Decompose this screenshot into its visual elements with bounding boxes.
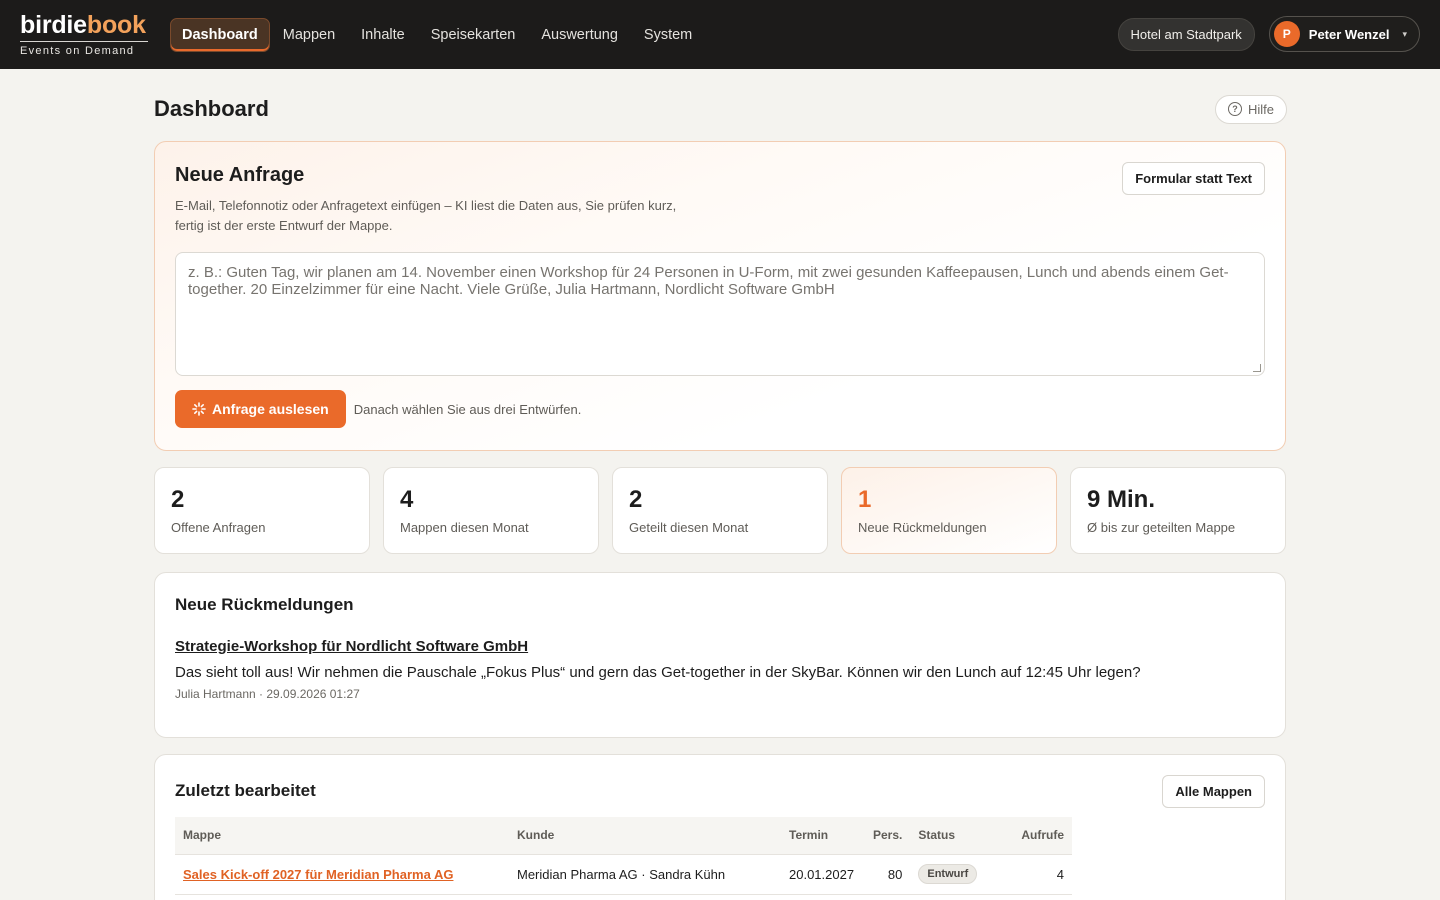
new-inquiry-card: Neue Anfrage E-Mail, Telefonnotiz oder A… (154, 141, 1286, 451)
stat-card-folders-month[interactable]: 4 Mappen diesen Monat (383, 467, 599, 554)
nav-item-mappen[interactable]: Mappen (270, 19, 348, 51)
recent-card: Zuletzt bearbeitet Alle Mappen Mappe Kun… (154, 754, 1286, 900)
inquiry-hint: Danach wählen Sie aus drei Entwürfen. (353, 401, 582, 417)
stat-value: 9 Min. (1087, 486, 1156, 513)
nav-item-dashboard[interactable]: Dashboard (170, 17, 270, 52)
stat-value: 4 (400, 486, 414, 513)
brand-name-part-2: book (86, 11, 146, 39)
help-label: Hilfe (1247, 101, 1274, 117)
stat-card-open-inquiries[interactable]: 2 Offene Anfragen (154, 467, 370, 554)
inquiry-text-input[interactable]: z. B.: Guten Tag, wir planen am 14. Nove… (175, 252, 1265, 376)
resize-handle-icon[interactable] (1253, 364, 1261, 372)
inquiry-text-placeholder: z. B.: Guten Tag, wir planen am 14. Nove… (188, 264, 1229, 298)
feedback-card: Neue Rückmeldungen Strategie-Workshop fü… (154, 572, 1286, 738)
help-icon: ? (1227, 102, 1242, 116)
recent-title: Zuletzt bearbeitet (175, 781, 316, 800)
new-inquiry-title: Neue Anfrage (175, 164, 305, 186)
stat-label: Offene Anfragen (171, 520, 266, 535)
help-button[interactable]: ? Hilfe (1214, 94, 1287, 124)
sparkle-icon (192, 402, 206, 416)
feedback-subject-link[interactable]: Strategie-Workshop für Nordlicht Softwar… (175, 638, 528, 655)
topbar-right: Hotel am Stadtpark P Peter Wenzel ▾ (1117, 16, 1420, 52)
cell-pers: 80 (865, 853, 911, 895)
feedback-item: Strategie-Workshop für Nordlicht Softwar… (175, 615, 1265, 701)
col-status[interactable]: Status (910, 817, 1006, 854)
stat-card-new-feedback[interactable]: 1 Neue Rückmeldungen (841, 467, 1057, 554)
table-row[interactable]: Sales Kick-off 2027 für Meridian Pharma … (175, 853, 1072, 895)
read-inquiry-button[interactable]: Anfrage auslesen (175, 390, 346, 428)
main-nav: Dashboard Mappen Inhalte Speisekarten Au… (170, 17, 705, 52)
recent-table: Mappe Kunde Termin Pers. Status Aufrufe … (175, 817, 1072, 895)
stat-value: 1 (858, 486, 872, 513)
new-inquiry-description-line-1: E-Mail, Telefonnotiz oder Anfragetext ei… (175, 198, 677, 213)
brand-logo[interactable]: birdiebook Events on Demand (20, 12, 148, 57)
stat-card-shared-month[interactable]: 2 Geteilt diesen Monat (612, 467, 828, 554)
stat-value: 2 (629, 486, 643, 513)
col-pers[interactable]: Pers. (865, 817, 911, 854)
feedback-message: Das sieht toll aus! Wir nehmen die Pausc… (175, 664, 1141, 681)
cell-mappe: Sales Kick-off 2027 für Meridian Pharma … (175, 853, 509, 895)
inquiry-action-row: Anfrage auslesen Danach wählen Sie aus d… (175, 390, 1265, 428)
feedback-title: Neue Rückmeldungen (175, 595, 354, 614)
brand-wordmark: birdiebook (20, 12, 148, 42)
stat-card-avg-time[interactable]: 9 Min. Ø bis zur geteilten Mappe (1070, 467, 1286, 554)
nav-item-system[interactable]: System (631, 19, 705, 51)
chevron-down-icon: ▾ (1402, 28, 1407, 39)
nav-item-auswertung[interactable]: Auswertung (528, 19, 631, 51)
cell-status: Entwurf (910, 853, 1006, 895)
hotel-switcher[interactable]: Hotel am Stadtpark (1117, 17, 1255, 51)
new-inquiry-description: E-Mail, Telefonnotiz oder Anfragetext ei… (175, 196, 695, 236)
cell-aufrufe: 4 (1005, 853, 1072, 895)
read-inquiry-label: Anfrage auslesen (212, 401, 329, 417)
cell-kunde: Meridian Pharma AG · Sandra Kühn (509, 853, 781, 895)
cell-termin: 20.01.2027 (781, 853, 865, 895)
form-instead-of-text-button[interactable]: Formular statt Text (1122, 162, 1265, 195)
stats-row: 2 Offene Anfragen 4 Mappen diesen Monat … (154, 467, 1286, 554)
stat-label: Mappen diesen Monat (400, 520, 529, 535)
stat-label: Geteilt diesen Monat (629, 520, 749, 535)
col-aufrufe[interactable]: Aufrufe (1005, 817, 1072, 854)
col-mappe[interactable]: Mappe (175, 817, 509, 854)
nav-item-speisekarten[interactable]: Speisekarten (418, 19, 529, 51)
status-badge: Entwurf (918, 864, 978, 884)
col-kunde[interactable]: Kunde (509, 817, 781, 854)
stat-label: Neue Rückmeldungen (858, 520, 987, 535)
new-inquiry-description-line-2: fertig ist der erste Entwurf der Mappe. (175, 218, 393, 233)
user-menu[interactable]: P Peter Wenzel ▾ (1268, 16, 1420, 52)
feedback-meta: Julia Hartmann · 29.09.2026 01:27 (175, 687, 360, 701)
user-name: Peter Wenzel (1308, 26, 1390, 42)
avatar: P (1273, 21, 1300, 47)
page-header: Dashboard ? Hilfe (154, 93, 1287, 125)
page-title: Dashboard (154, 96, 269, 121)
top-navigation-bar: birdiebook Events on Demand Dashboard Ma… (0, 0, 1440, 69)
mappe-link[interactable]: Sales Kick-off 2027 für Meridian Pharma … (183, 867, 453, 882)
main-content: Dashboard ? Hilfe Neue Anfrage E-Mail, T… (154, 69, 1287, 900)
brand-tagline: Events on Demand (20, 45, 135, 57)
brand-name-part-1: birdie (20, 11, 87, 39)
stat-label: Ø bis zur geteilten Mappe (1087, 520, 1236, 535)
table-header-row: Mappe Kunde Termin Pers. Status Aufrufe (175, 817, 1072, 854)
nav-item-inhalte[interactable]: Inhalte (348, 19, 418, 51)
col-termin[interactable]: Termin (781, 817, 865, 854)
all-folders-button[interactable]: Alle Mappen (1162, 775, 1265, 808)
stat-value: 2 (171, 486, 185, 513)
